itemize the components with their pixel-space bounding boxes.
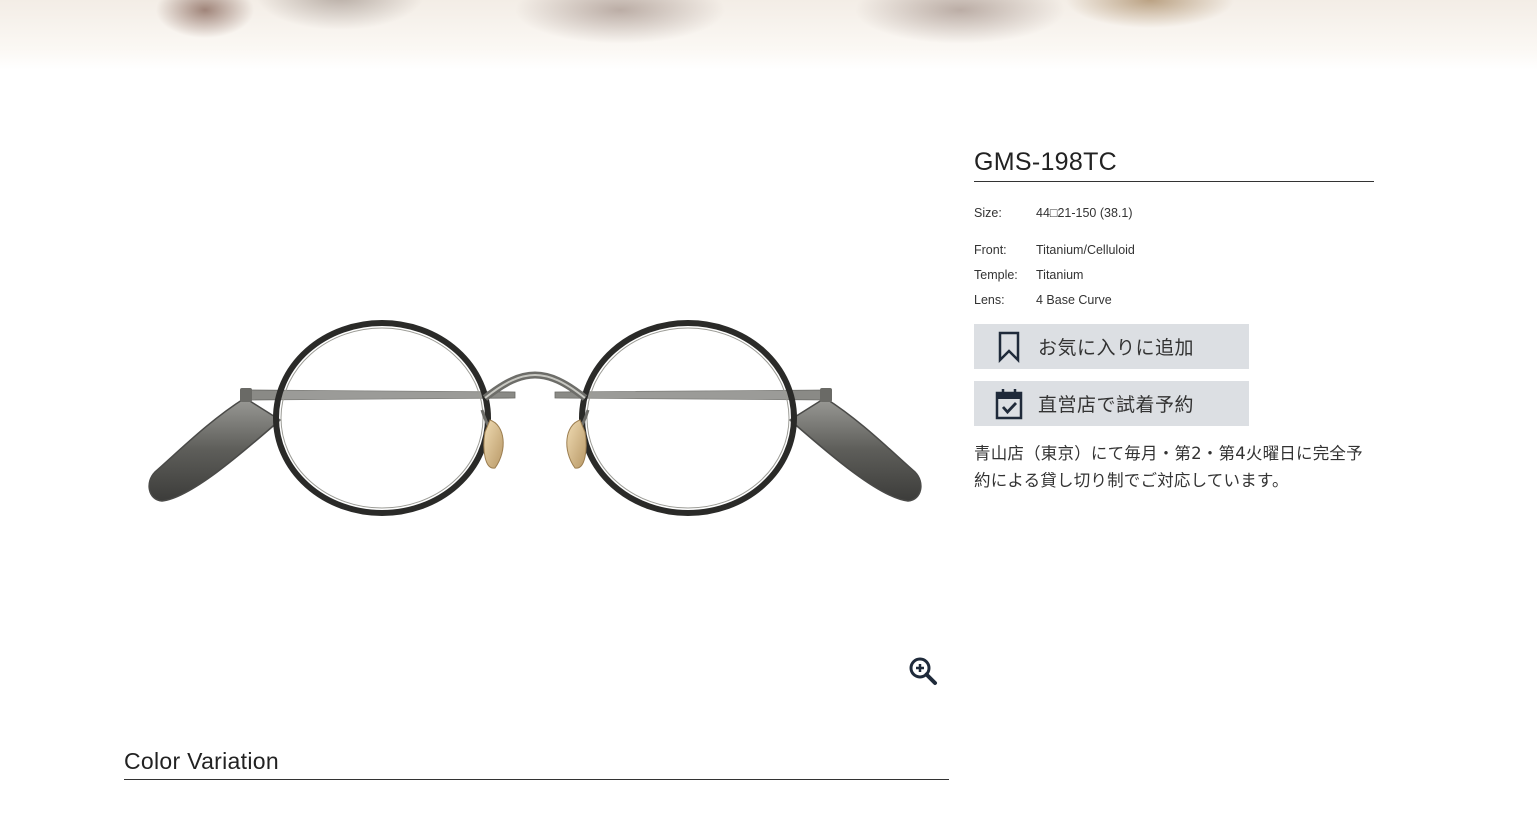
bookmark-icon: [994, 331, 1024, 363]
left-temple: [148, 397, 282, 502]
right-lens-rim: [579, 320, 797, 516]
zoom-in-icon: [909, 657, 937, 685]
right-nose-pad: [566, 419, 587, 469]
spec-value: Titanium: [1036, 267, 1084, 282]
product-details-panel: GMS-198TC Size: 44□21-150 (38.1) Front: …: [974, 148, 1374, 494]
spec-label: Front:: [974, 242, 1007, 257]
right-temple: [788, 397, 922, 502]
hero-banner-image: [0, 0, 1537, 70]
spec-row-front: Front: Titanium/Celluloid: [974, 237, 1374, 262]
spec-row-size: Size: 44□21-150 (38.1): [974, 200, 1374, 225]
left-lens-rim: [273, 320, 491, 516]
calendar-check-icon: [994, 388, 1024, 420]
add-to-favorites-button[interactable]: お気に入りに追加: [974, 324, 1249, 369]
left-nose-pad: [483, 419, 504, 469]
reservation-note: 青山店（東京）にて毎月・第2・第4火曜日に完全予約による貸し切り制でご対応してい…: [974, 444, 1363, 490]
spec-value: Titanium/Celluloid: [1036, 242, 1135, 257]
spec-row-lens: Lens: 4 Base Curve: [974, 287, 1374, 312]
spec-table: Size: 44□21-150 (38.1) Front: Titanium/C…: [974, 200, 1374, 312]
zoom-in-button[interactable]: [905, 653, 941, 689]
spec-row-temple: Temple: Titanium: [974, 262, 1374, 287]
add-to-favorites-label: お気に入りに追加: [1038, 337, 1195, 359]
product-model-title: GMS-198TC: [974, 148, 1374, 182]
spec-value: 44□21-150 (38.1): [1036, 205, 1133, 220]
spec-label: Temple:: [974, 267, 1018, 282]
spec-value: 4 Base Curve: [1036, 292, 1112, 307]
spec-label: Lens:: [974, 292, 1005, 307]
product-image[interactable]: [120, 120, 950, 700]
color-variation-title: Color Variation: [124, 748, 279, 774]
glasses-illustration: [148, 320, 922, 516]
store-fitting-reservation-button[interactable]: 直営店で試着予約: [974, 381, 1249, 426]
color-variation-section: Color Variation: [124, 748, 949, 780]
product-detail-page: Color Variation GMS-198TC Size: 44□21-15…: [0, 0, 1537, 825]
spec-label: Size:: [974, 205, 1002, 220]
store-fitting-reservation-label: 直営店で試着予約: [1038, 394, 1195, 416]
action-buttons: お気に入りに追加 直営店で試着予約: [974, 324, 1374, 426]
